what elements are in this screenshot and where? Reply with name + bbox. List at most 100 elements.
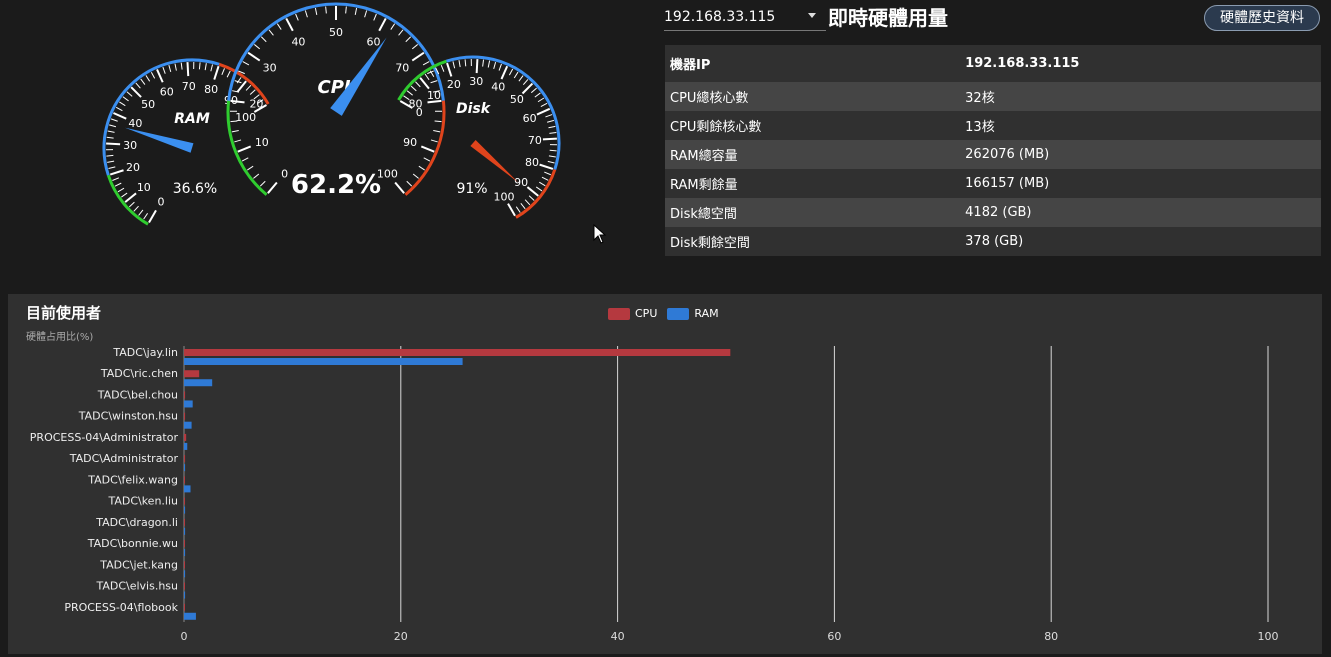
bar-ram	[184, 442, 188, 450]
disk-gauge-tick	[518, 75, 524, 82]
bar-ram	[184, 400, 193, 408]
cpu-gauge-tick	[247, 51, 261, 62]
info-value: 166157 (MB)	[965, 176, 1050, 191]
ram-gauge-tick-label: 30	[123, 139, 137, 152]
cpu-gauge-tick	[378, 17, 387, 32]
info-row: 機器IP 192.168.33.115	[665, 45, 1321, 82]
history-data-button[interactable]: 硬體歷史資料	[1204, 5, 1320, 31]
disk-gauge-tick	[541, 176, 549, 181]
current-users-panel: 目前使用者 硬體占用比(%) CPU RAM 0 20 40 60 80 100 TADC\…	[8, 294, 1322, 654]
disk-gauge-tick	[508, 68, 514, 76]
x-tick-label: 60	[827, 630, 841, 643]
ram-gauge-tick-label: 10	[137, 181, 151, 194]
y-category-label: TADC\elvis.hsu	[95, 580, 178, 593]
ram-gauge-tick	[106, 142, 121, 146]
disk-gauge-tick-label: 0	[416, 106, 423, 119]
cpu-gauge-tick	[231, 130, 239, 133]
ram-gauge-tick-label: 40	[128, 117, 142, 130]
cpu-gauge-tick-label: 90	[403, 136, 417, 149]
gauge-group: 0102030405060708090100RAM36.6%0102030405…	[102, 2, 561, 226]
disk-gauge-tick	[547, 119, 555, 123]
disk-gauge-tick	[515, 206, 521, 213]
bar-cpu	[184, 561, 185, 569]
disk-gauge-tick-label: 10	[427, 89, 441, 102]
bar-ram	[184, 506, 186, 514]
info-row: CPU總核心數 32核	[665, 82, 1321, 111]
cpu-gauge-tick	[260, 36, 267, 43]
disk-gauge-tick	[487, 60, 491, 68]
cpu-gauge-tick-label: 70	[395, 61, 409, 74]
info-row: RAM總容量 262076 (MB)	[665, 140, 1321, 169]
ram-gauge-tick	[174, 63, 177, 71]
cpu-gauge-tick	[433, 130, 441, 133]
bar-ram	[184, 464, 186, 472]
y-category-label: TADC\bonnie.wu	[87, 537, 178, 550]
ram-gauge-tick-label: 0	[158, 196, 165, 209]
y-category-label: TADC\Administrator	[69, 452, 179, 465]
ram-gauge-tick	[249, 89, 256, 95]
ram-gauge-tick	[145, 75, 151, 82]
ram-gauge-tick	[106, 154, 114, 157]
cpu-gauge-tick	[234, 139, 242, 143]
info-value: 4182 (GB)	[965, 205, 1032, 220]
ram-gauge-tick	[114, 182, 122, 187]
bar-cpu	[184, 476, 185, 484]
y-category-label: TADC\jay.lin	[112, 346, 178, 359]
ip-select-dropdown[interactable]: 192.168.33.115	[664, 6, 826, 31]
ram-gauge-tick-label: 20	[126, 161, 140, 174]
ram-gauge-tick	[148, 209, 157, 223]
cpu-gauge-tick	[304, 10, 308, 18]
ram-gauge-tick	[119, 101, 126, 107]
info-row: Disk剩餘空間 378 (GB)	[665, 227, 1321, 256]
ram-gauge-title: RAM	[174, 111, 210, 127]
info-row: Disk總空間 4182 (GB)	[665, 198, 1321, 227]
disk-gauge-tick-label: 50	[510, 93, 524, 106]
ram-gauge-tick-label: 60	[160, 85, 174, 98]
ram-gauge-tick	[110, 118, 118, 122]
disk-gauge-tick-label: 60	[523, 112, 537, 125]
x-tick-label: 40	[611, 630, 625, 643]
disk-gauge-needle	[470, 139, 519, 183]
disk-gauge-tick	[415, 81, 421, 88]
disk-gauge-tick-label: 40	[491, 80, 505, 93]
info-label: 機器IP	[670, 58, 711, 73]
cpu-gauge-tick	[430, 80, 438, 84]
info-label: CPU總核心數	[670, 91, 749, 106]
disk-gauge-tick	[535, 186, 543, 192]
cpu-gauge-tick	[242, 61, 250, 66]
ram-gauge-tick	[133, 205, 139, 212]
disk-gauge-tick	[410, 85, 417, 92]
cpu-gauge-tick-label: 20	[249, 98, 263, 111]
x-tick-label: 0	[181, 630, 188, 643]
cpu-gauge-tick-label: 10	[255, 136, 269, 149]
disk-gauge-tick	[440, 65, 445, 72]
cpu-gauge-tick	[314, 7, 318, 15]
disk-gauge-tick-label: 30	[469, 75, 483, 88]
cpu-gauge-tick	[398, 29, 404, 36]
disk-gauge-tick-label: 70	[528, 134, 542, 147]
bar-ram	[184, 570, 186, 578]
info-label: CPU剩餘核心數	[670, 120, 762, 135]
y-category-label: TADC\jet.kang	[99, 558, 178, 571]
ram-gauge-tick	[106, 136, 114, 139]
cpu-gauge-tick	[411, 51, 425, 62]
cpu-gauge-tick	[354, 7, 358, 15]
ram-gauge-tick	[236, 80, 247, 93]
cpu-gauge-tick	[241, 157, 249, 162]
y-category-label: TADC\winston.hsu	[78, 410, 178, 423]
x-tick-label: 100	[1258, 630, 1279, 643]
cpu-gauge-tick	[259, 180, 266, 187]
disk-gauge-tick-label: 20	[447, 78, 461, 91]
ram-gauge-tick	[128, 201, 135, 208]
ram-gauge-tick	[180, 62, 183, 70]
cpu-gauge-tick	[420, 145, 435, 153]
info-value: 262076 (MB)	[965, 147, 1050, 162]
x-tick-label: 20	[394, 630, 408, 643]
cpu-gauge-tick	[422, 61, 430, 66]
disk-gauge-tick	[534, 92, 541, 98]
ram-gauge-tick	[213, 65, 220, 80]
realtime-title: 即時硬體用量	[828, 6, 948, 30]
ram-gauge-tick	[245, 84, 252, 91]
cpu-gauge-tick-label: 50	[329, 26, 343, 39]
cpu-gauge-tick-label: 60	[367, 35, 381, 48]
